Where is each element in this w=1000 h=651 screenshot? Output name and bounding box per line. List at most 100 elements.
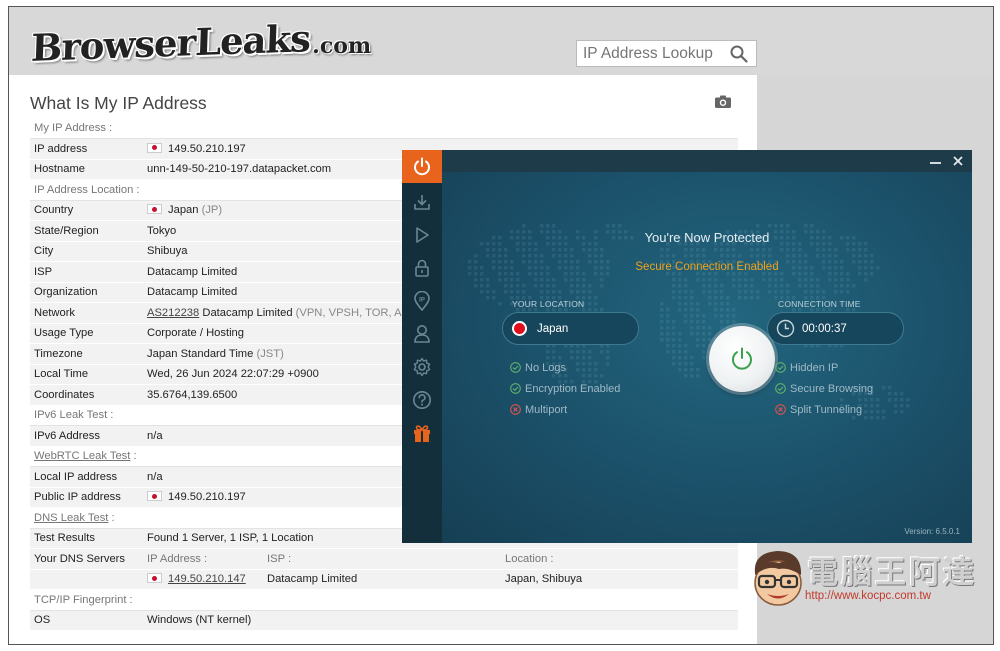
check-circle-icon — [510, 383, 521, 394]
row-label: IP address — [30, 138, 143, 160]
svg-text:IP: IP — [419, 297, 425, 303]
row-label: Hostname — [30, 159, 143, 180]
minimize-button[interactable] — [926, 152, 944, 170]
protection-status-title: You're Now Protected — [644, 230, 770, 245]
row-label: Coordinates — [30, 384, 143, 406]
asn-link[interactable]: AS212238 — [147, 307, 199, 319]
feature-multiport: Multiport — [510, 402, 567, 417]
screenshot-frame: BrowserLeaks .com What Is My IP Address … — [8, 6, 994, 645]
table-row: OS Windows (NT kernel) — [30, 610, 738, 631]
connection-time-value: 00:00:37 — [802, 322, 847, 335]
vpn-sidebar: IP — [402, 150, 442, 543]
mascot-face-icon — [754, 551, 802, 606]
webrtc-link[interactable]: WebRTC Leak Test — [34, 450, 130, 462]
x-circle-icon — [510, 404, 521, 415]
vpn-app-window: IP You're Now Protected Secure Connectio… — [402, 150, 972, 543]
japan-flag-icon — [147, 573, 162, 584]
row-label: City — [30, 241, 143, 262]
japan-flag-icon — [512, 321, 527, 336]
feature-label: Hidden IP — [790, 361, 839, 374]
watermark: 電腦王阿達 http://www.kocpc.com.tw — [749, 547, 989, 615]
check-circle-icon — [775, 383, 786, 394]
vpn-titlebar — [442, 150, 972, 172]
japan-flag-icon — [147, 491, 162, 502]
lock-icon[interactable] — [402, 251, 442, 284]
feature-split-tunneling: Split Tunneling — [775, 402, 862, 417]
secure-connection-subtitle: Secure Connection Enabled — [635, 261, 779, 273]
section-header: My IP Address : — [30, 118, 738, 139]
world-map-icon — [468, 224, 910, 420]
feature-encryption: Encryption Enabled — [510, 381, 620, 396]
dns-ip-link[interactable]: 149.50.210.147 — [168, 573, 246, 585]
logo-text: BrowserLeaks — [30, 16, 311, 70]
section-colon: : — [130, 450, 137, 463]
version-label: Version: 6.5.0.1 — [904, 527, 960, 536]
power-icon — [732, 347, 752, 370]
feature-label: Encryption Enabled — [525, 382, 621, 395]
row-label: Usage Type — [30, 323, 143, 344]
gift-icon[interactable] — [402, 416, 442, 449]
feature-label: No Logs — [525, 361, 566, 374]
section-header: TCP/IP Fingerprint : — [30, 589, 738, 611]
country-code: (JP) — [201, 204, 223, 217]
row-label: Test Results — [30, 528, 143, 549]
watermark-url: http://www.kocpc.com.tw — [805, 590, 931, 602]
row-label: OS — [30, 610, 143, 631]
feature-label: Split Tunneling — [790, 403, 863, 416]
row-label: ISP — [30, 261, 143, 283]
site-logo[interactable]: BrowserLeaks .com — [30, 13, 372, 70]
section-colon: : — [108, 511, 115, 524]
row-label: IPv6 Address — [30, 425, 143, 447]
feature-secure-browsing: Secure Browsing — [775, 381, 873, 396]
dns-location: Japan, Shibuya — [501, 569, 738, 590]
user-icon[interactable] — [402, 317, 442, 350]
close-button[interactable] — [949, 152, 967, 170]
network-owner: Datacamp Limited — [202, 306, 293, 319]
row-label: Public IP address — [30, 487, 143, 508]
location-value: Japan — [537, 322, 569, 335]
dns-leak-link[interactable]: DNS Leak Test — [34, 512, 108, 524]
dns-col-ip: IP Address : — [143, 548, 263, 570]
x-circle-icon — [775, 404, 786, 415]
check-circle-icon — [510, 362, 521, 373]
download-icon[interactable] — [402, 185, 442, 218]
timezone-value: Japan Standard Time — [147, 347, 254, 360]
section-tcpip: TCP/IP Fingerprint : — [30, 589, 738, 611]
row-label: Organization — [30, 282, 143, 303]
connect-power-button[interactable] — [709, 326, 775, 392]
gear-icon[interactable] — [402, 350, 442, 383]
dns-isp: Datacamp Limited — [263, 569, 501, 590]
row-label: Network — [30, 302, 143, 324]
feature-no-logs: No Logs — [510, 360, 566, 375]
row-label: Your DNS Servers — [30, 548, 143, 570]
search-icon[interactable] — [725, 42, 753, 66]
watermark-text: 電腦王阿達 — [807, 555, 977, 591]
feature-hidden-ip: Hidden IP — [775, 360, 838, 375]
search-input[interactable] — [577, 41, 725, 66]
row-value: Windows (NT kernel) — [143, 610, 738, 631]
row-label: Local Time — [30, 364, 143, 385]
your-location-label: YOUR LOCATION — [512, 299, 585, 309]
ip-pin-icon[interactable]: IP — [402, 284, 442, 317]
row-label — [30, 569, 143, 590]
japan-flag-icon — [147, 204, 162, 215]
row-label: Country — [30, 200, 143, 221]
connection-time-display: 00:00:37 — [767, 312, 904, 345]
row-label: Timezone — [30, 343, 143, 365]
country-value: Japan — [168, 204, 199, 217]
connection-time-label: CONNECTION TIME — [778, 299, 861, 309]
clock-icon — [776, 319, 795, 338]
ip-lookup-search — [576, 40, 757, 67]
camera-icon[interactable] — [715, 95, 731, 113]
play-icon[interactable] — [402, 218, 442, 251]
feature-label: Secure Browsing — [790, 382, 874, 395]
power-icon[interactable] — [402, 150, 442, 183]
vpn-main-panel: You're Now Protected Secure Connection E… — [442, 172, 972, 543]
feature-label: Multiport — [525, 403, 568, 416]
dns-ip: 149.50.210.147 — [143, 569, 263, 590]
dns-col-location: Location : — [501, 548, 738, 570]
section-my-ip: My IP Address : — [30, 118, 738, 139]
logo-tld: .com — [312, 33, 372, 59]
location-selector[interactable]: Japan — [502, 312, 639, 345]
help-icon[interactable] — [402, 383, 442, 416]
